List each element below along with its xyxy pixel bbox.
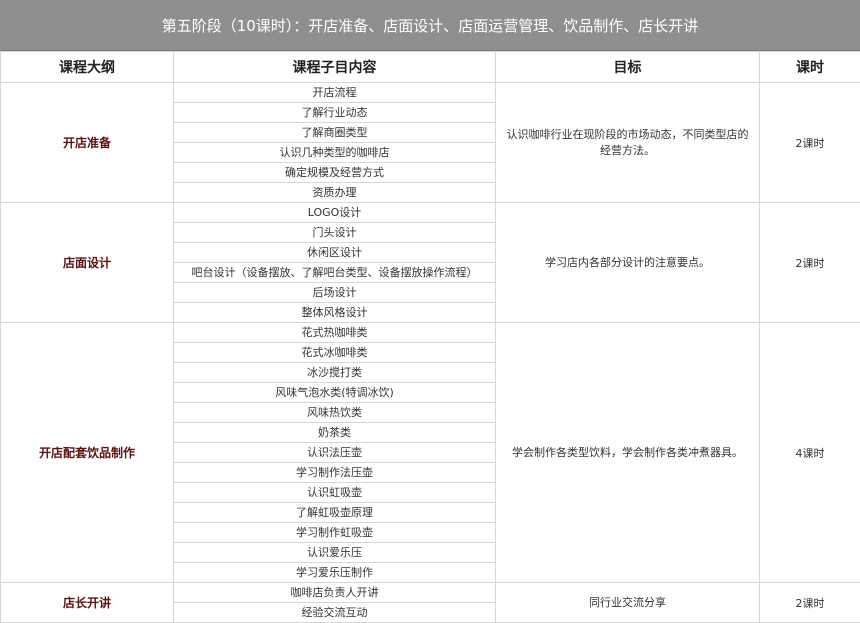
table-row: 开店配套饮品制作 花式热咖啡类 学会制作各类型饮料，学会制作各类冲煮器具。 4课… <box>1 323 860 343</box>
table-row: 开店准备 开店流程 认识咖啡行业在现阶段的市场动态，不同类型店的经营方法。 2课… <box>1 83 860 103</box>
content-item: 了解虹吸壶原理 <box>174 503 496 523</box>
table-row: 店面设计 LOGO设计 学习店内各部分设计的注意要点。 2课时 <box>1 203 860 223</box>
content-item: 学习制作法压壶 <box>174 463 496 483</box>
content-item: 学习制作虹吸壶 <box>174 523 496 543</box>
header-outline: 课程大纲 <box>1 52 174 83</box>
content-item: 资质办理 <box>174 183 496 203</box>
section-goal: 学会制作各类型饮料，学会制作各类冲煮器具。 <box>496 323 760 583</box>
content-item: 吧台设计（设备摆放、了解吧台类型、设备摆放操作流程） <box>174 263 496 283</box>
section-title: 开店配套饮品制作 <box>1 323 174 583</box>
content-item: 花式冰咖啡类 <box>174 343 496 363</box>
header-hours: 课时 <box>760 52 860 83</box>
content-item: 咖啡店负责人开讲 <box>174 583 496 603</box>
section-hours: 2课时 <box>760 583 860 623</box>
content-item: 花式热咖啡类 <box>174 323 496 343</box>
content-item: 认识几种类型的咖啡店 <box>174 143 496 163</box>
header-content: 课程子目内容 <box>174 52 496 83</box>
section-title: 开店准备 <box>1 83 174 203</box>
section-hours: 4课时 <box>760 323 860 583</box>
content-item: 认识法压壶 <box>174 443 496 463</box>
table-row: 店长开讲 咖啡店负责人开讲 同行业交流分享 2课时 <box>1 583 860 603</box>
section-hours: 2课时 <box>760 83 860 203</box>
content-item: 认识虹吸壶 <box>174 483 496 503</box>
header-row: 课程大纲 课程子目内容 目标 课时 <box>1 52 860 83</box>
content-item: 经验交流互动 <box>174 603 496 623</box>
stage-banner: 第五阶段（10课时）：开店准备、店面设计、店面运营管理、饮品制作、店长开讲 <box>0 0 860 51</box>
content-item: 风味热饮类 <box>174 403 496 423</box>
content-item: 认识爱乐压 <box>174 543 496 563</box>
content-item: 后场设计 <box>174 283 496 303</box>
content-item: 风味气泡水类(特调冰饮) <box>174 383 496 403</box>
stage-title: 第五阶段（10课时）：开店准备、店面设计、店面运营管理、饮品制作、店长开讲 <box>162 15 699 36</box>
content-item: 了解行业动态 <box>174 103 496 123</box>
content-item: 奶茶类 <box>174 423 496 443</box>
section-title: 店面设计 <box>1 203 174 323</box>
content-item: 整体风格设计 <box>174 303 496 323</box>
content-item: 门头设计 <box>174 223 496 243</box>
header-goal: 目标 <box>496 52 760 83</box>
course-table: 课程大纲 课程子目内容 目标 课时 开店准备 开店流程 认识咖啡行业在现阶段的市… <box>0 51 860 623</box>
content-item: 休闲区设计 <box>174 243 496 263</box>
content-item: 确定规模及经营方式 <box>174 163 496 183</box>
section-goal: 认识咖啡行业在现阶段的市场动态，不同类型店的经营方法。 <box>496 83 760 203</box>
content-item: LOGO设计 <box>174 203 496 223</box>
content-item: 冰沙搅打类 <box>174 363 496 383</box>
content-item: 开店流程 <box>174 83 496 103</box>
content-item: 了解商圈类型 <box>174 123 496 143</box>
section-hours: 2课时 <box>760 203 860 323</box>
content-item: 学习爱乐压制作 <box>174 563 496 583</box>
section-goal: 学习店内各部分设计的注意要点。 <box>496 203 760 323</box>
section-title: 店长开讲 <box>1 583 174 623</box>
section-goal: 同行业交流分享 <box>496 583 760 623</box>
